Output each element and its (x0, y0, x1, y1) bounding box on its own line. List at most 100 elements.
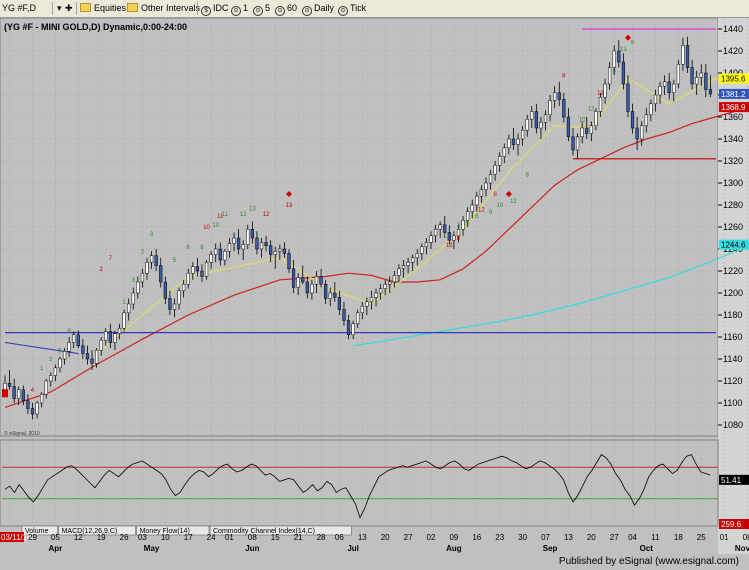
candle-body (319, 276, 323, 285)
candle-body (58, 358, 62, 369)
interval-60-button[interactable]: ⊙ 60 (275, 3, 297, 16)
candle-body (131, 292, 135, 305)
y-tick-label: 1280 (723, 200, 743, 210)
x-tick-label: 04 (628, 533, 637, 542)
candle-body (53, 367, 58, 376)
y-tick-label: 1160 (723, 332, 742, 342)
interval-5-button[interactable]: ⊙ 5 (253, 3, 270, 16)
y-tick-label: 1120 (723, 376, 742, 386)
interval-1-button[interactable]: ⊙ 1 (231, 3, 248, 16)
candle-body (232, 237, 236, 244)
candle-body (571, 136, 575, 151)
toolbar-divider (52, 2, 53, 15)
candle-body (168, 298, 172, 310)
interval-icon: ⊙ (338, 6, 348, 16)
candle-body (511, 138, 516, 145)
candle-body (94, 349, 99, 364)
plus-icon[interactable]: ✚ (65, 3, 73, 14)
setup-count-label: 12 (263, 212, 270, 218)
candle-body (429, 235, 433, 243)
candle-body (209, 254, 213, 263)
candle-body (227, 243, 232, 252)
month-label: Oct (640, 544, 654, 553)
candle-body (269, 245, 273, 255)
candle-body (62, 351, 67, 360)
candle-body (17, 389, 21, 399)
interval-idc-button[interactable]: $ IDC (201, 3, 229, 16)
candle-body (475, 195, 479, 206)
study-tab-label: MACD(12,26,9,C) (62, 528, 118, 535)
watermark-label: © eSignal, 2010 (4, 430, 40, 437)
symbol-field[interactable]: YG #F,D (2, 3, 36, 13)
x-tick-label: 21 (294, 533, 303, 542)
y-tick-label: 1420 (723, 46, 743, 56)
x-tick-label: 27 (404, 533, 413, 542)
candle-body (328, 292, 332, 299)
x-tick-label: 24 (207, 533, 216, 542)
candle-body (305, 281, 309, 294)
red-marker-icon (2, 389, 8, 398)
cci-low-label: 259.6 (721, 520, 742, 529)
x-tick-label: 01 (720, 533, 729, 542)
candle-body (644, 114, 648, 127)
candle-body (557, 92, 561, 100)
x-tick-label: 23 (495, 533, 504, 542)
price-label: 1244.6 (721, 241, 746, 250)
candle-body (594, 111, 598, 127)
candle-body (672, 83, 676, 94)
candle-body (337, 297, 342, 310)
candle-body (76, 334, 80, 347)
price-label: 1395.6 (721, 75, 746, 84)
x-tick-label: 03 (138, 533, 147, 542)
candle-body (214, 248, 218, 255)
candle-body (21, 389, 25, 402)
study-tab[interactable]: Money Flow(14) (136, 525, 210, 536)
candle-body (204, 261, 209, 277)
candle-body (397, 268, 401, 276)
candle-body (90, 358, 94, 364)
equities-button[interactable]: Equities (80, 3, 126, 13)
y-tick-label: 1180 (723, 310, 742, 320)
x-tick-label: 15 (271, 533, 280, 542)
setup-count-label: 12 (478, 208, 485, 214)
toolbar: YG #F,D ▾ ✚ Equities Other Intervals $ ID… (0, 0, 749, 18)
folder-icon (127, 3, 138, 12)
candle-body (553, 92, 557, 101)
candle-body (378, 288, 383, 294)
candle-body (324, 283, 328, 299)
candle-body (676, 63, 680, 85)
setup-count-label: 12 (510, 199, 517, 205)
x-tick-label: 29 (28, 533, 37, 542)
candle-body (200, 270, 204, 277)
candle-body (282, 248, 287, 254)
setup-count-label: 13 (286, 203, 293, 209)
candle-body (589, 125, 593, 134)
candle-body (470, 204, 474, 212)
price-label: 1368.9 (721, 103, 746, 112)
toolbar-divider (76, 2, 77, 15)
candle-body (530, 111, 534, 120)
other-intervals-button[interactable]: Other Intervals (127, 3, 200, 13)
candle-body (493, 165, 497, 175)
candle-body (49, 375, 53, 382)
candle-body (488, 173, 493, 184)
price-label: 1381.2 (721, 90, 746, 99)
interval-daily-button[interactable]: ⊙ Daily (302, 3, 334, 16)
x-tick-label: 20 (587, 533, 596, 542)
candle-body (626, 83, 630, 112)
y-tick-label: 1220 (723, 266, 743, 276)
candle-body (401, 265, 406, 270)
candle (676, 59, 680, 89)
price-chart[interactable]: 1080110011201140116011801200122012401260… (0, 18, 749, 554)
x-tick-label: 28 (317, 533, 326, 542)
candle-body (383, 283, 387, 289)
interval-tick-button[interactable]: ⊙ Tick (338, 3, 366, 16)
dropdown-arrow-icon[interactable]: ▾ (57, 3, 62, 14)
candle-body (218, 248, 222, 261)
month-label: Sep (543, 544, 558, 553)
candle-body (695, 77, 699, 85)
y-tick-label: 1100 (723, 398, 742, 408)
candle-body (81, 345, 85, 354)
candle-body (566, 116, 571, 138)
x-tick-label: 09 (449, 533, 458, 542)
